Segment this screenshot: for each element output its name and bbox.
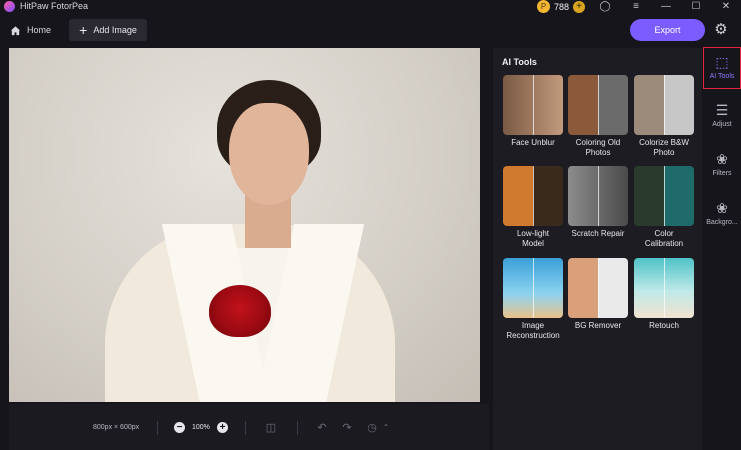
- tool-label: Scratch Repair: [571, 229, 625, 238]
- image-dimensions: 800px × 600px: [93, 424, 140, 431]
- close-icon[interactable]: ✕: [719, 0, 733, 13]
- sliders-icon: ☰: [715, 102, 729, 118]
- tool-bg-remover[interactable]: BG Remover: [567, 258, 629, 331]
- home-button[interactable]: Home: [10, 20, 51, 40]
- tool-color-calibration[interactable]: Color Calibration: [633, 166, 695, 249]
- bg-remover-thumbnail: [568, 258, 628, 318]
- account-icon[interactable]: ◯: [598, 0, 612, 13]
- rail-item-ai-tools[interactable]: ⬚ AI Tools: [703, 47, 741, 89]
- redo-icon[interactable]: ↷: [340, 421, 354, 435]
- tool-label: Coloring Old Photos: [575, 138, 621, 157]
- divider: [297, 421, 298, 435]
- export-button[interactable]: Export: [630, 19, 705, 41]
- tool-face-unblur[interactable]: Face Unblur: [502, 75, 564, 148]
- app-logo: [4, 1, 15, 12]
- colorize-bw-thumbnail: [634, 75, 694, 135]
- undo-icon[interactable]: ↶: [315, 421, 329, 435]
- low-light-thumbnail: [503, 166, 563, 226]
- zoom-in-button[interactable]: +: [217, 422, 228, 433]
- background-icon: ❀: [716, 200, 728, 216]
- face-unblur-thumbnail: [503, 75, 563, 135]
- tool-label: Low-light Model: [516, 229, 549, 248]
- color-calibration-thumbnail: [634, 166, 694, 226]
- maximize-icon[interactable]: ☐: [689, 0, 703, 13]
- tool-image-reconstruction[interactable]: Image Reconstruction: [502, 258, 564, 341]
- retouch-thumbnail: [634, 258, 694, 318]
- tool-scratch-repair[interactable]: Scratch Repair: [567, 166, 629, 239]
- app-title: HitPaw FotorPea: [20, 1, 89, 11]
- rail-label: Filters: [712, 170, 732, 177]
- tool-label: Color Calibration: [644, 229, 684, 248]
- rail-label: AI Tools: [709, 73, 735, 80]
- plus-icon: +: [79, 22, 88, 38]
- settings-gear-icon[interactable]: ⚙: [712, 21, 730, 39]
- zoom-out-button[interactable]: −: [174, 422, 185, 433]
- coin-icon: P: [537, 0, 550, 13]
- tool-coloring-old-photos[interactable]: Coloring Old Photos: [567, 75, 629, 158]
- filters-icon: ❀: [716, 151, 728, 167]
- ai-tools-icon: ⬚: [715, 54, 729, 70]
- ai-tools-panel: AI Tools Face Unblur Coloring Old Photos…: [493, 48, 702, 450]
- coins-balance[interactable]: P 788 +: [537, 0, 586, 13]
- tool-label: Colorize B&W Photo: [639, 138, 689, 157]
- tool-label: BG Remover: [574, 321, 622, 330]
- tool-retouch[interactable]: Retouch: [633, 258, 695, 331]
- history-icon[interactable]: ◷: [365, 421, 379, 435]
- home-icon: [10, 25, 21, 35]
- tool-label: Retouch: [649, 321, 679, 330]
- rail-item-background[interactable]: ❀ Backgro...: [703, 194, 741, 236]
- home-label: Home: [27, 25, 52, 35]
- rail-item-filters[interactable]: ❀ Filters: [703, 145, 741, 187]
- coloring-old-photos-thumbnail: [568, 75, 628, 135]
- scratch-repair-thumbnail: [568, 166, 628, 226]
- add-image-label: Add Image: [93, 25, 137, 35]
- compare-icon[interactable]: ◫: [264, 421, 278, 435]
- rail-label: Adjust: [712, 121, 732, 128]
- add-coins-button[interactable]: +: [573, 0, 586, 13]
- minimize-icon[interactable]: —: [659, 0, 673, 13]
- image-reconstruction-thumbnail: [503, 258, 563, 318]
- tool-colorize-bw-photo[interactable]: Colorize B&W Photo: [633, 75, 695, 158]
- photo-rose: [209, 285, 271, 337]
- image-canvas[interactable]: [9, 48, 480, 402]
- add-image-button[interactable]: + Add Image: [69, 19, 147, 41]
- panel-title: AI Tools: [502, 57, 537, 67]
- coin-count: 788: [554, 1, 570, 12]
- right-rail: ⬚ AI Tools ☰ Adjust ❀ Filters ❀ Backgro.…: [703, 44, 741, 450]
- menu-icon[interactable]: ≡: [629, 0, 643, 13]
- bottom-status-bar: 800px × 600px − 100% + ◫ ↶ ↷ ◷ ⌃: [9, 404, 489, 450]
- photo-face: [229, 103, 309, 205]
- title-bar: HitPaw FotorPea P 788 + ◯ ≡ — ☐ ✕: [0, 0, 741, 14]
- rail-label: Backgro...: [706, 219, 738, 226]
- zoom-level: 100%: [192, 424, 210, 431]
- rail-item-adjust[interactable]: ☰ Adjust: [703, 96, 741, 138]
- tool-low-light-model[interactable]: Low-light Model: [502, 166, 564, 249]
- divider: [157, 421, 158, 435]
- chevron-up-icon[interactable]: ⌃: [379, 421, 393, 435]
- tool-label: Image Reconstruction: [506, 321, 560, 340]
- tool-label: Face Unblur: [511, 138, 555, 147]
- divider: [245, 421, 246, 435]
